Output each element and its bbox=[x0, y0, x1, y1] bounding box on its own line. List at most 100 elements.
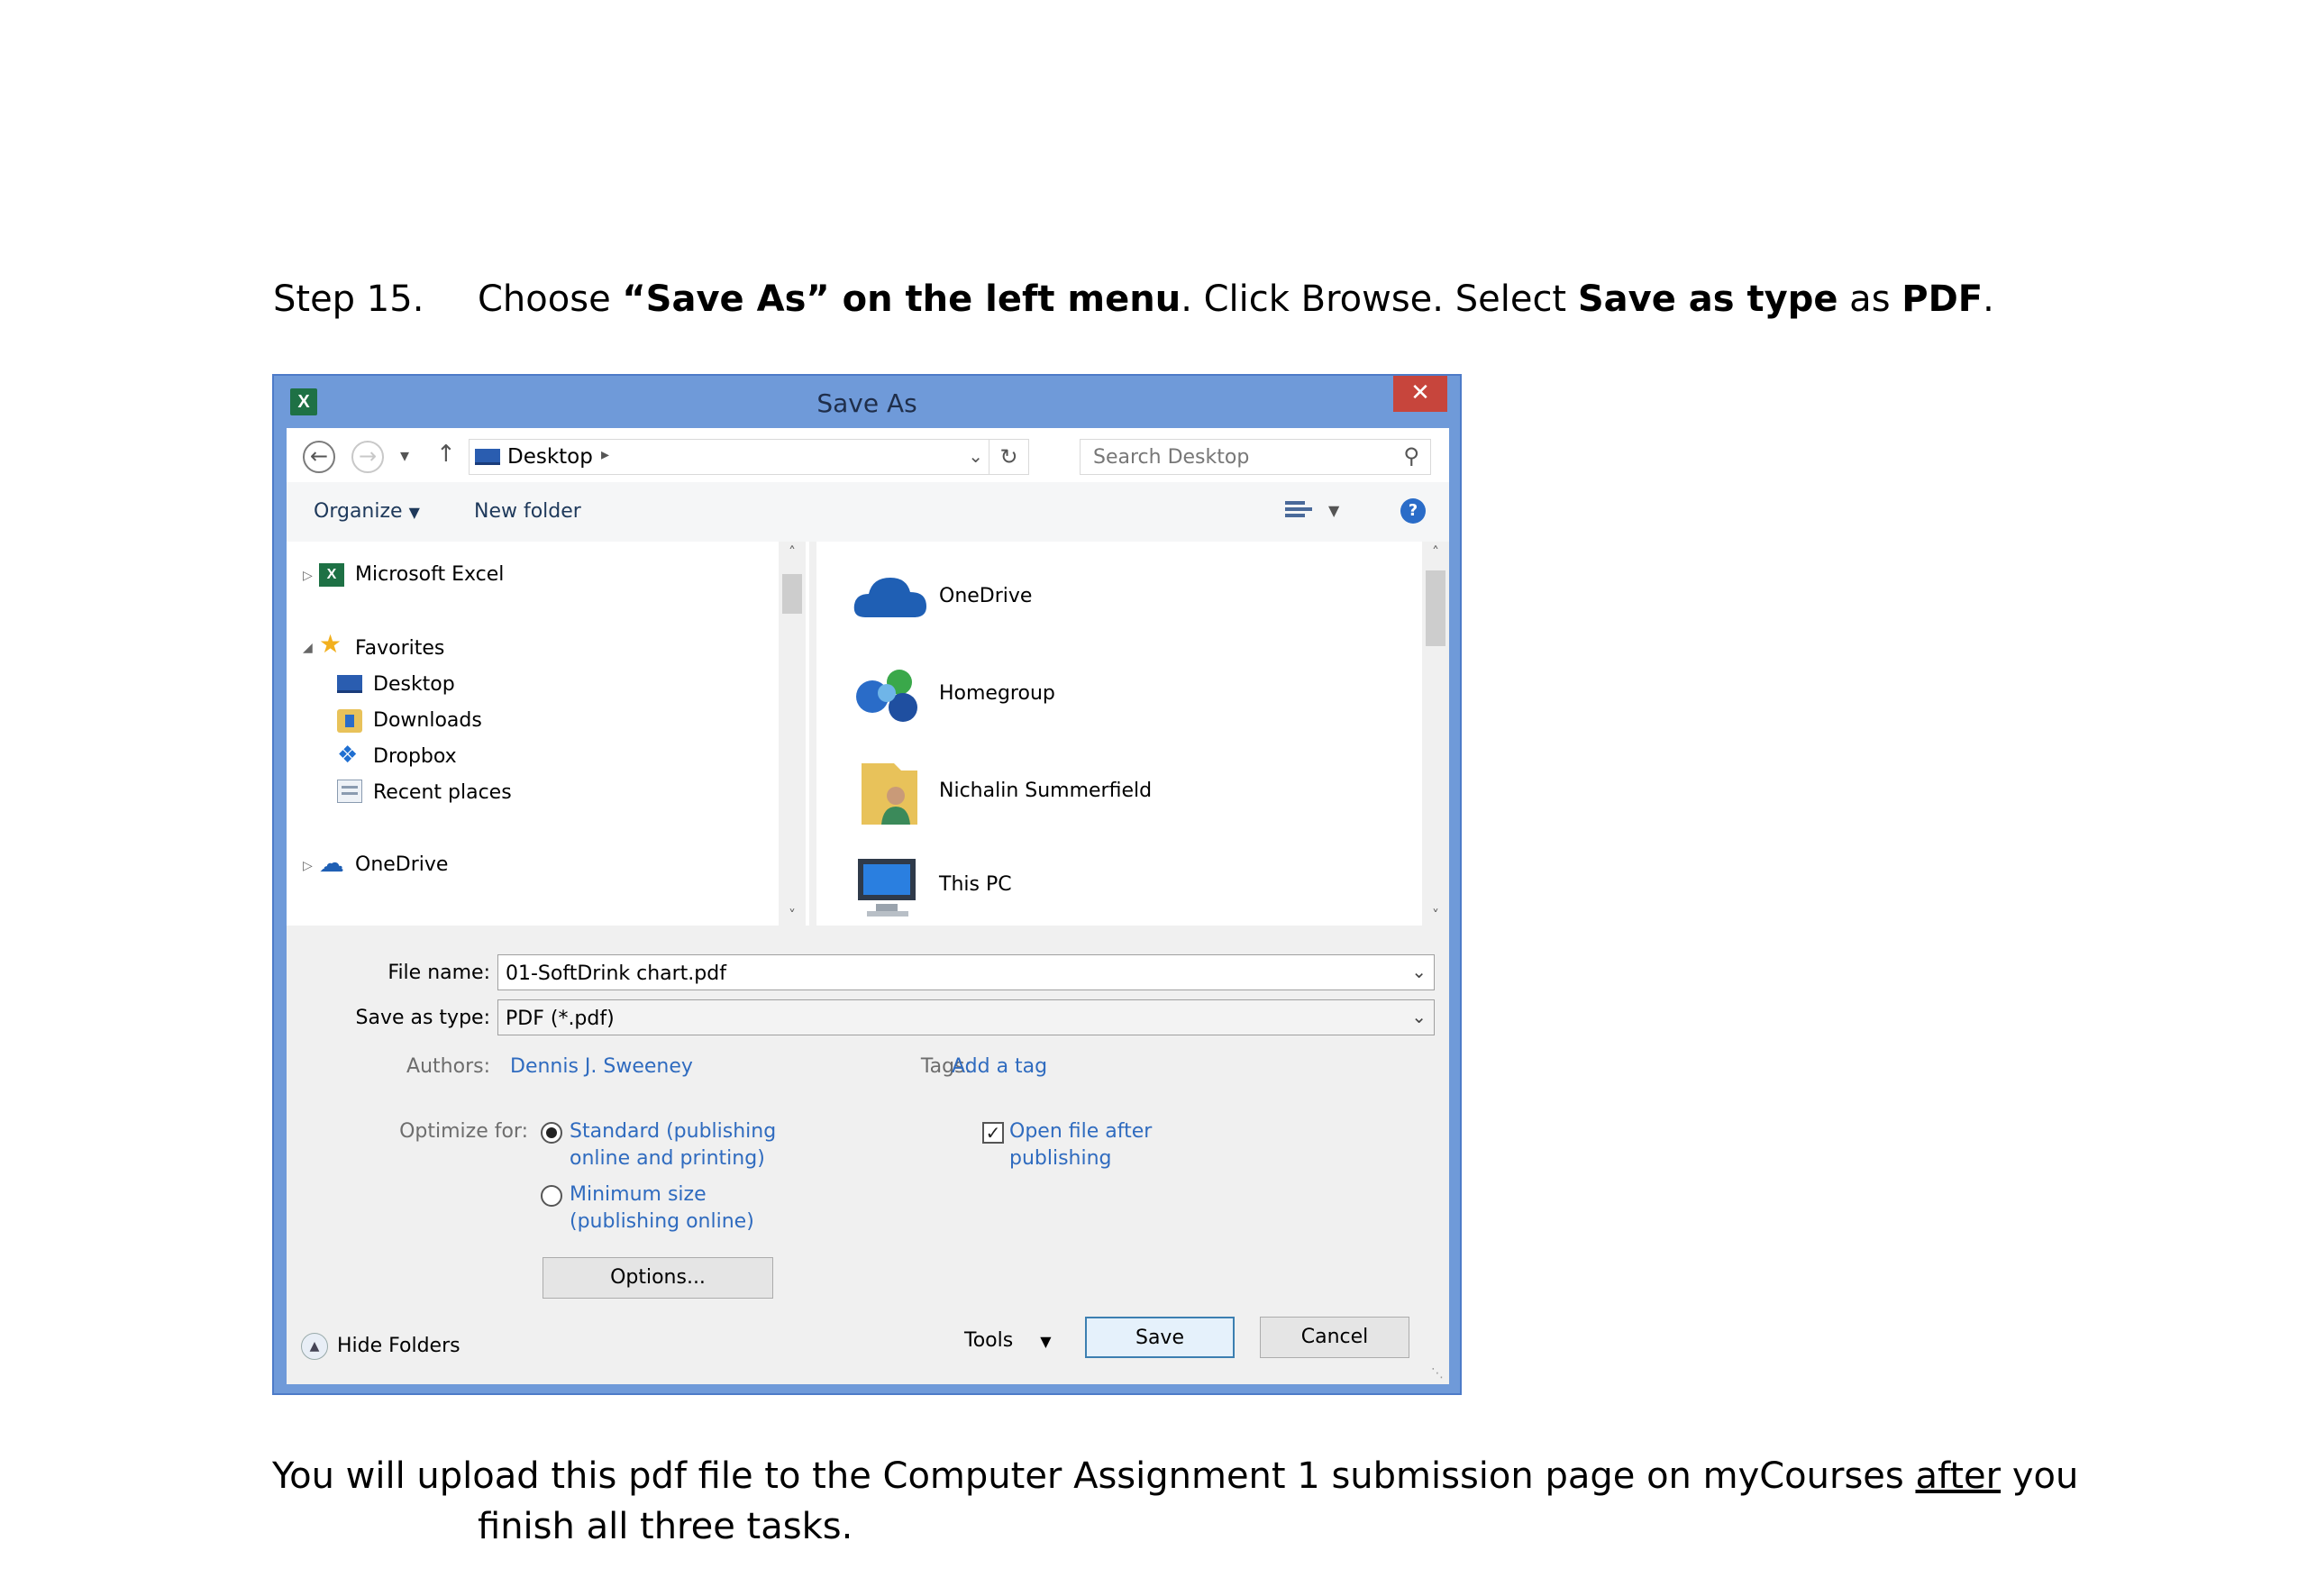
footer-text-a: You will upload this pdf file to the Com… bbox=[272, 1455, 1916, 1497]
collapse-arrow-icon[interactable]: ◢ bbox=[303, 641, 313, 655]
new-folder-button[interactable]: New folder bbox=[474, 500, 581, 523]
homegroup-icon bbox=[856, 670, 917, 722]
nav-item-dropbox[interactable]: Dropbox bbox=[373, 745, 457, 768]
optimize-minimum-label-1[interactable]: Minimum size bbox=[570, 1183, 707, 1206]
save-type-select[interactable]: PDF (*.pdf) ⌄ bbox=[497, 999, 1435, 1035]
nav-scrollbar[interactable]: ˄ ˅ bbox=[779, 542, 806, 926]
options-button[interactable]: Options... bbox=[543, 1257, 773, 1299]
optimize-minimum-radio[interactable] bbox=[541, 1185, 562, 1207]
desktop-icon bbox=[475, 449, 500, 465]
content-scrollbar[interactable]: ˄ ˅ bbox=[1422, 542, 1449, 926]
open-after-checkbox[interactable]: ✓ bbox=[982, 1122, 1004, 1144]
list-item[interactable]: Homegroup bbox=[849, 655, 1390, 736]
star-icon: ★ bbox=[319, 629, 342, 659]
refresh-icon[interactable]: ↻ bbox=[989, 440, 1028, 474]
file-name-dropdown-icon[interactable]: ⌄ bbox=[1411, 961, 1427, 982]
file-name-value[interactable]: 01-SoftDrink chart.pdf bbox=[506, 962, 726, 985]
list-item[interactable]: Nichalin Summerfield bbox=[849, 752, 1390, 834]
scroll-down-icon[interactable]: ˅ bbox=[779, 907, 806, 924]
nav-item-microsoft-excel[interactable]: Microsoft Excel bbox=[355, 563, 504, 586]
scroll-down-icon[interactable]: ˅ bbox=[1422, 907, 1449, 924]
organize-button[interactable]: Organize ▼ bbox=[314, 500, 420, 523]
scroll-up-icon[interactable]: ˄ bbox=[779, 543, 806, 561]
item-label: Homegroup bbox=[939, 682, 1055, 705]
step-instruction: Choose “Save As” on the left menu. Click… bbox=[478, 281, 1994, 317]
downloads-icon bbox=[337, 709, 362, 733]
change-view-icon[interactable] bbox=[1285, 498, 1312, 524]
content-scroll-thumb[interactable] bbox=[1426, 570, 1445, 646]
nav-item-desktop[interactable]: Desktop bbox=[373, 673, 455, 696]
nav-item-favorites[interactable]: Favorites bbox=[355, 637, 444, 660]
open-after-label-2[interactable]: publishing bbox=[1009, 1147, 1112, 1170]
dropbox-icon: ❖ bbox=[337, 742, 359, 769]
organize-label: Organize bbox=[314, 500, 403, 523]
save-button[interactable]: Save bbox=[1085, 1317, 1235, 1358]
step-text-3: . Click Browse. Select bbox=[1181, 278, 1578, 320]
footer-line-1: You will upload this pdf file to the Com… bbox=[272, 1458, 2078, 1494]
hide-folders-button[interactable]: Hide Folders bbox=[337, 1335, 461, 1357]
authors-value[interactable]: Dennis J. Sweeney bbox=[510, 1055, 693, 1078]
item-label: OneDrive bbox=[939, 585, 1033, 607]
save-type-label: Save as type: bbox=[355, 1007, 491, 1029]
save-type-value[interactable]: PDF (*.pdf) bbox=[506, 1008, 615, 1030]
onedrive-icon: ☁ bbox=[319, 848, 344, 878]
file-name-field[interactable]: 01-SoftDrink chart.pdf ⌄ bbox=[497, 954, 1435, 990]
optimize-standard-label-1[interactable]: Standard (publishing bbox=[570, 1120, 776, 1143]
expand-arrow-icon[interactable]: ▷ bbox=[303, 569, 313, 583]
checkmark-icon: ✓ bbox=[985, 1122, 1001, 1144]
recent-locations-chevron-icon[interactable]: ▾ bbox=[400, 444, 409, 466]
scroll-up-icon[interactable]: ˄ bbox=[1422, 543, 1449, 561]
nav-item-onedrive[interactable]: OneDrive bbox=[355, 853, 448, 876]
tools-button[interactable]: Tools ▼ bbox=[964, 1329, 1052, 1352]
footer-line-2: finish all three tasks. bbox=[478, 1506, 853, 1547]
step-text-6: PDF bbox=[1901, 278, 1983, 320]
nav-scroll-thumb[interactable] bbox=[782, 574, 802, 614]
content-pane: OneDrive Homegroup Nichalin Summerfield … bbox=[816, 542, 1449, 926]
nav-item-downloads[interactable]: Downloads bbox=[373, 709, 482, 732]
hide-folders-icon[interactable]: ▲ bbox=[301, 1333, 328, 1360]
footer-text-c: you bbox=[2001, 1455, 2079, 1497]
views-chevron-icon[interactable]: ▼ bbox=[1328, 502, 1339, 519]
forward-button[interactable]: → bbox=[351, 441, 384, 473]
step-text-5: as bbox=[1837, 278, 1902, 320]
address-dropdown-icon[interactable]: ⌄ bbox=[968, 445, 983, 467]
tools-label: Tools bbox=[964, 1329, 1014, 1352]
step-text-2: “Save As” on the left menu bbox=[622, 278, 1181, 320]
dialog-client: ← → ▾ ↑ Desktop ▸ ⌄ ↻ Search Desktop ⚲ O… bbox=[287, 428, 1449, 1384]
address-location[interactable]: Desktop bbox=[507, 445, 593, 469]
authors-label: Authors: bbox=[406, 1055, 490, 1078]
dialog-title: Save As bbox=[816, 388, 917, 418]
file-name-label: File name: bbox=[388, 962, 490, 984]
address-bar[interactable]: Desktop ▸ ⌄ ↻ bbox=[469, 439, 1029, 475]
step-text-4: Save as type bbox=[1577, 278, 1838, 320]
expand-arrow-icon[interactable]: ▷ bbox=[303, 859, 313, 873]
close-button[interactable]: ✕ bbox=[1393, 376, 1447, 412]
item-label: This PC bbox=[939, 873, 1012, 896]
search-icon[interactable]: ⚲ bbox=[1403, 443, 1419, 469]
resize-grip-icon[interactable]: ⋱ bbox=[1431, 1366, 1445, 1381]
optimize-standard-radio[interactable] bbox=[541, 1122, 562, 1144]
step-number: Step 15. bbox=[273, 278, 424, 320]
tools-chevron-icon: ▼ bbox=[1040, 1333, 1052, 1350]
open-after-label-1[interactable]: Open file after bbox=[1009, 1120, 1152, 1143]
title-bar[interactable]: X Save As ✕ bbox=[274, 376, 1460, 428]
onedrive-cloud-icon bbox=[853, 578, 926, 617]
save-type-dropdown-icon[interactable]: ⌄ bbox=[1411, 1006, 1427, 1027]
item-label: Nichalin Summerfield bbox=[939, 780, 1153, 802]
nav-item-recent-places[interactable]: Recent places bbox=[373, 781, 512, 804]
help-icon[interactable]: ? bbox=[1400, 498, 1426, 524]
footer-text-underlined: after bbox=[1915, 1455, 2002, 1497]
command-bar: Organize ▼ New folder ▼ ? bbox=[287, 482, 1449, 542]
search-input[interactable]: Search Desktop ⚲ bbox=[1080, 439, 1431, 475]
list-item[interactable]: This PC bbox=[849, 846, 1390, 927]
cancel-button[interactable]: Cancel bbox=[1260, 1317, 1409, 1358]
tags-add-link[interactable]: Add a tag bbox=[952, 1055, 1047, 1078]
navigation-pane: ▷ X Microsoft Excel ◢ ★ Favorites Deskto… bbox=[287, 542, 809, 926]
optimize-minimum-label-2[interactable]: (publishing online) bbox=[570, 1210, 754, 1233]
back-button[interactable]: ← bbox=[303, 441, 335, 473]
up-arrow-icon[interactable]: ↑ bbox=[436, 441, 456, 468]
breadcrumb-arrow-icon[interactable]: ▸ bbox=[601, 445, 609, 464]
list-item[interactable]: OneDrive bbox=[849, 558, 1390, 639]
optimize-standard-label-2[interactable]: online and printing) bbox=[570, 1147, 765, 1170]
address-row: ← → ▾ ↑ Desktop ▸ ⌄ ↻ Search Desktop ⚲ bbox=[287, 428, 1449, 482]
